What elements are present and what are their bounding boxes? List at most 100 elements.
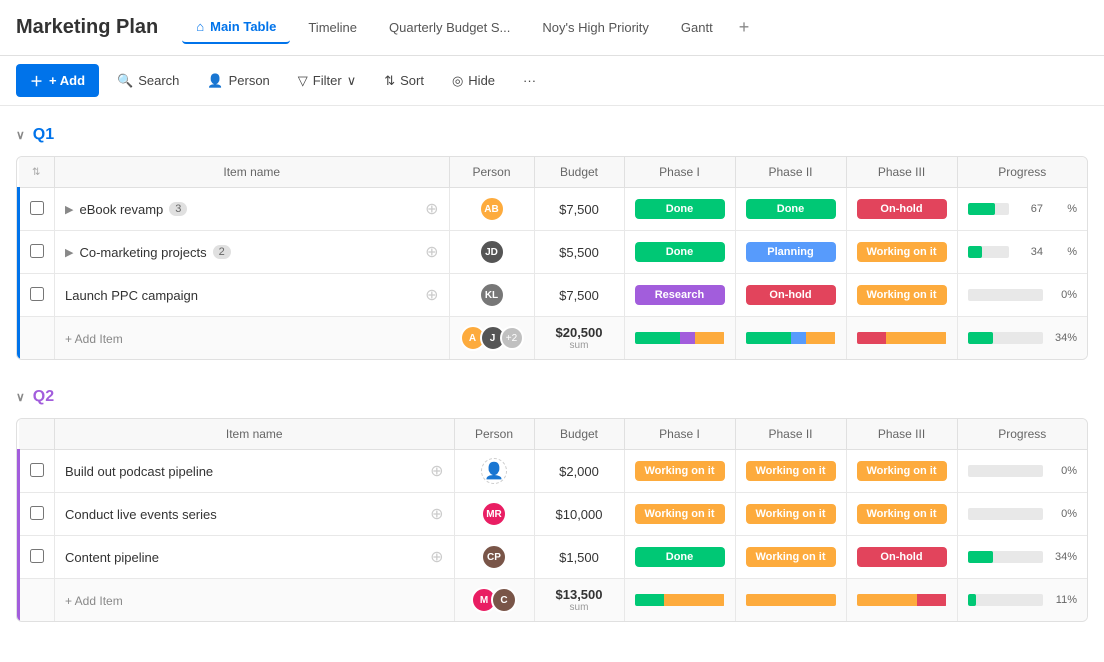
add-item-button[interactable]: + Add Item — [65, 332, 123, 346]
add-item-cell: + Add Item — [55, 579, 455, 622]
add-subitem-icon[interactable]: ⊕ — [425, 285, 438, 305]
progress-bar — [968, 246, 1010, 258]
row-checkbox[interactable] — [30, 244, 44, 258]
more-options-button[interactable]: ··· — [513, 67, 546, 94]
table-row: ▶ eBook revamp 3 ⊕ AB $7, — [19, 188, 1088, 231]
row-phase3-cell[interactable]: Working on it — [846, 231, 957, 274]
row-phase3-cell[interactable]: Working on it — [846, 493, 957, 536]
avatar: C — [491, 587, 517, 613]
tab-main-table[interactable]: ⌂ Main Table — [182, 11, 290, 44]
q1-phase2-header: Phase II — [735, 157, 846, 188]
row-budget-cell: $10,000 — [534, 493, 624, 536]
row-phase2-cell[interactable]: Working on it — [735, 450, 846, 493]
row-person-cell: 👤 — [454, 450, 534, 493]
row-phase2-cell[interactable]: On-hold — [735, 274, 846, 317]
hide-button[interactable]: ◎ Hide — [442, 67, 505, 95]
q2-table-wrapper: Item name Person Budget Phase I Phase II… — [16, 418, 1088, 622]
row-phase1-cell[interactable]: Research — [624, 274, 735, 317]
add-subitem-icon[interactable]: ⊕ — [425, 242, 438, 262]
row-name-cell: Launch PPC campaign ⊕ — [55, 274, 450, 317]
row-checkbox-cell — [19, 188, 55, 231]
q1-person-header: Person — [449, 157, 534, 188]
row-checkbox[interactable] — [30, 287, 44, 301]
tab-timeline[interactable]: Timeline — [294, 12, 371, 43]
progress-bar — [968, 508, 1044, 520]
row-phase1-cell[interactable]: Done — [624, 536, 735, 579]
row-phase1-cell[interactable]: Done — [624, 188, 735, 231]
q1-phase1-header: Phase I — [624, 157, 735, 188]
q1-phase3-header: Phase III — [846, 157, 957, 188]
main-content: ∨ Q1 ⇅ Item name Person Budget Phase — [0, 106, 1104, 662]
summary-phase2-cell — [735, 579, 846, 622]
q2-collapse-chevron[interactable]: ∨ — [16, 390, 25, 404]
q2-phase1-header: Phase I — [624, 419, 735, 450]
expand-arrow-icon[interactable]: ▶ — [65, 203, 73, 216]
row-person-cell: AB — [449, 188, 534, 231]
table-row: Content pipeline ⊕ CP $1,500 — [19, 536, 1088, 579]
summary-progress-cell: 34% — [957, 317, 1087, 360]
q2-person-header: Person — [454, 419, 534, 450]
q1-budget-header: Budget — [534, 157, 624, 188]
add-subitem-icon[interactable]: ⊕ — [430, 547, 443, 567]
row-phase3-cell[interactable]: On-hold — [846, 188, 957, 231]
row-person-cell: JD — [449, 231, 534, 274]
app-header: Marketing Plan ⌂ Main Table Timeline Qua… — [0, 0, 1104, 56]
row-person-cell: CP — [454, 536, 534, 579]
group-q2: ∨ Q2 Item name Person Budget Phase I Pha… — [16, 384, 1088, 622]
person-filter-button[interactable]: 👤 Person — [197, 67, 279, 95]
group-q1: ∨ Q1 ⇅ Item name Person Budget Phase — [16, 122, 1088, 360]
add-subitem-icon[interactable]: ⊕ — [430, 461, 443, 481]
row-checkbox[interactable] — [30, 463, 44, 477]
row-name-cell: Conduct live events series ⊕ — [55, 493, 455, 536]
add-subitem-icon[interactable]: ⊕ — [425, 199, 438, 219]
row-phase2-cell[interactable]: Planning — [735, 231, 846, 274]
add-subitem-icon[interactable]: ⊕ — [430, 504, 443, 524]
sort-icon: ⇅ — [384, 73, 395, 89]
row-phase2-cell[interactable]: Working on it — [735, 493, 846, 536]
summary-budget-cell: $20,500 sum — [534, 317, 624, 360]
add-item-button[interactable]: + Add Item — [65, 594, 123, 608]
row-phase2-cell[interactable]: Working on it — [735, 536, 846, 579]
row-name-cell: ▶ eBook revamp 3 ⊕ — [55, 188, 450, 231]
row-phase1-cell[interactable]: Working on it — [624, 493, 735, 536]
avatar: AB — [479, 196, 505, 222]
row-person-cell: KL — [449, 274, 534, 317]
row-checkbox[interactable] — [30, 506, 44, 520]
progress-bar-fill — [968, 246, 982, 258]
add-tab-button[interactable]: + — [731, 13, 758, 42]
ellipsis-icon: ··· — [523, 73, 536, 88]
tab-quarterly-budget[interactable]: Quarterly Budget S... — [375, 12, 524, 43]
tab-noys-high-priority[interactable]: Noy's High Priority — [528, 12, 663, 43]
q2-item-name-header: Item name — [55, 419, 455, 450]
q1-collapse-chevron[interactable]: ∨ — [16, 128, 25, 142]
expand-arrow-icon[interactable]: ▶ — [65, 246, 73, 259]
row-checkbox[interactable] — [30, 549, 44, 563]
row-phase3-cell[interactable]: Working on it — [846, 274, 957, 317]
row-phase2-cell[interactable]: Done — [735, 188, 846, 231]
row-phase1-cell[interactable]: Working on it — [624, 450, 735, 493]
summary-phase1-cell — [624, 317, 735, 360]
row-phase3-cell[interactable]: Working on it — [846, 450, 957, 493]
q2-table: Item name Person Budget Phase I Phase II… — [17, 419, 1087, 621]
row-checkbox[interactable] — [30, 201, 44, 215]
sort-button[interactable]: ⇅ Sort — [374, 67, 434, 95]
avatar: KL — [479, 282, 505, 308]
row-phase3-cell[interactable]: On-hold — [846, 536, 957, 579]
row-phase1-cell[interactable]: Done — [624, 231, 735, 274]
q2-progress-header: Progress — [957, 419, 1087, 450]
filter-button[interactable]: ▽ Filter ∨ — [288, 67, 366, 95]
group-q2-header: ∨ Q2 — [16, 384, 1088, 410]
row-budget-cell: $1,500 — [534, 536, 624, 579]
add-item-cell: + Add Item — [55, 317, 450, 360]
row-budget-cell: $5,500 — [534, 231, 624, 274]
tab-gantt[interactable]: Gantt — [667, 12, 727, 43]
progress-bar-fill — [968, 332, 994, 344]
row-progress-cell: 0% — [957, 274, 1087, 317]
plus-icon: ＋ — [30, 71, 43, 90]
search-button[interactable]: 🔍 Search — [107, 67, 189, 95]
hide-icon: ◎ — [452, 73, 463, 89]
q1-table: ⇅ Item name Person Budget Phase I Phase … — [17, 157, 1087, 359]
summary-budget-cell: $13,500 sum — [534, 579, 624, 622]
add-button[interactable]: ＋ + Add — [16, 64, 99, 97]
row-progress-cell: 34% — [957, 231, 1087, 274]
